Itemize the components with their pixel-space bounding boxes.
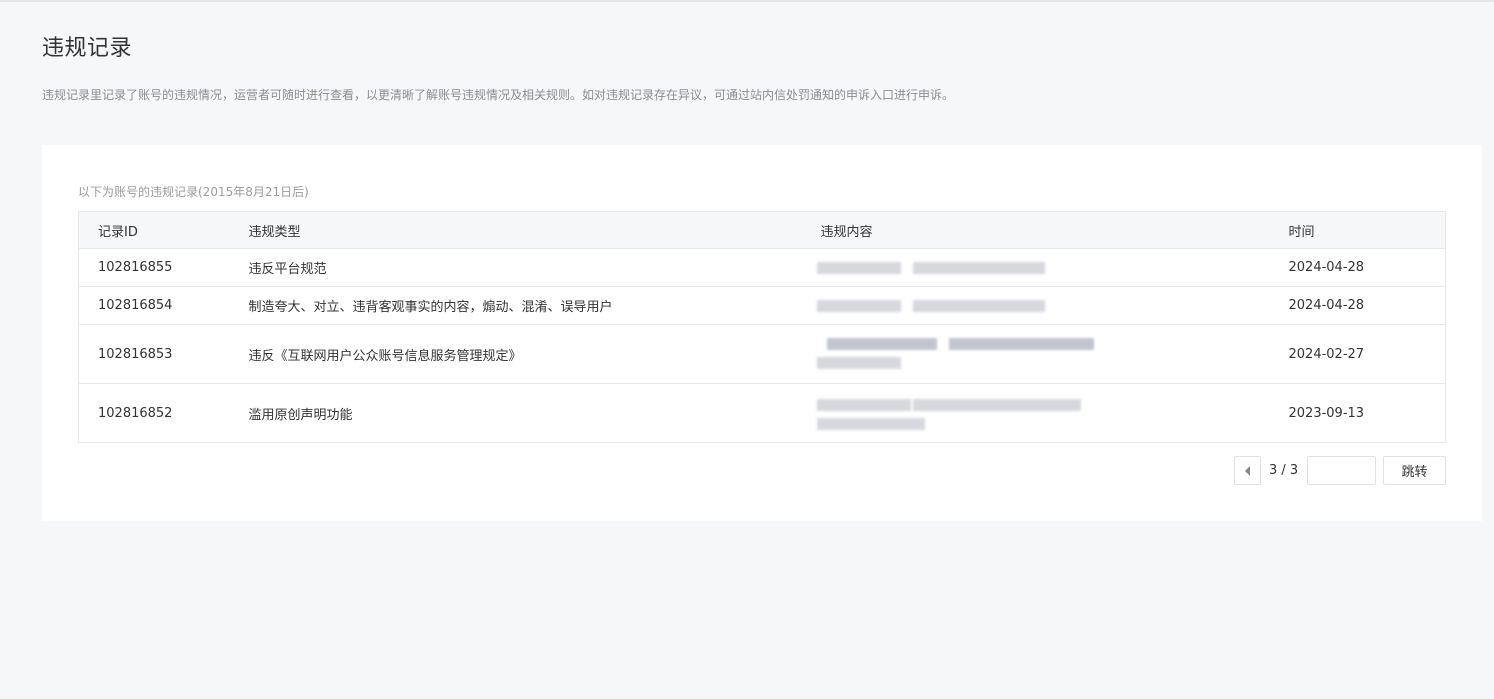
prev-page-button[interactable]: [1234, 456, 1261, 485]
table-row: 102816855 违反平台规范 2024-04-28: [78, 248, 1446, 287]
record-type: 制造夸大、对立、违背客观事实的内容，煽动、混淆、误导用户: [248, 286, 821, 325]
table-row: 102816854 制造夸大、对立、违背客观事实的内容，煽动、混淆、误导用户 2…: [78, 286, 1446, 325]
record-type: 滥用原创声明功能: [248, 407, 353, 423]
column-header-content: 违规内容: [820, 211, 1289, 249]
record-content-redacted: [816, 248, 1289, 287]
record-content-redacted: [816, 286, 1289, 325]
record-id: 102816853: [78, 324, 249, 384]
page-title: 违规记录: [42, 36, 133, 61]
record-time: 2023-09-13: [1288, 405, 1365, 421]
page-jump-input[interactable]: [1307, 456, 1376, 485]
table-header-row: 记录ID 违规类型 违规内容 时间: [78, 211, 1446, 249]
caret-left-icon: [1245, 465, 1250, 476]
table-row: 102816853 违反《互联网用户公众账号信息服务管理规定》 2024-02-…: [78, 324, 1446, 384]
record-time: 2024-04-28: [1288, 248, 1446, 287]
page-indicator: 3 / 3: [1269, 463, 1299, 478]
table-row: 102816852 滥用原创声明功能 2023-09-13: [79, 384, 1446, 443]
record-id: 102816855: [78, 248, 249, 287]
page-description: 违规记录里记录了账号的违规情况，运营者可随时进行查看，以更清晰了解账号违规情况及…: [42, 88, 955, 102]
record-time: 2024-02-27: [1288, 324, 1446, 384]
record-type: 违反《互联网用户公众账号信息服务管理规定》: [248, 324, 821, 384]
record-id: 102816852: [98, 405, 173, 421]
record-type: 违反平台规范: [248, 248, 821, 287]
record-time: 2024-04-28: [1288, 286, 1446, 325]
record-content-redacted: [816, 384, 1289, 443]
top-divider: [0, 0, 1494, 2]
records-card: 以下为账号的违规记录(2015年8月21日后) 记录ID 违规类型 违规内容 时…: [42, 145, 1482, 521]
record-id: 102816854: [78, 286, 249, 325]
records-caption: 以下为账号的违规记录(2015年8月21日后): [78, 185, 309, 199]
column-header-time: 时间: [1288, 211, 1446, 249]
violation-table: 记录ID 违规类型 违规内容 时间 102816855 违反平台规范 2024-…: [78, 211, 1446, 443]
record-content-redacted: [816, 324, 1289, 384]
column-header-type: 违规类型: [248, 211, 821, 249]
jump-button[interactable]: 跳转: [1383, 456, 1446, 485]
column-header-id: 记录ID: [78, 211, 249, 249]
